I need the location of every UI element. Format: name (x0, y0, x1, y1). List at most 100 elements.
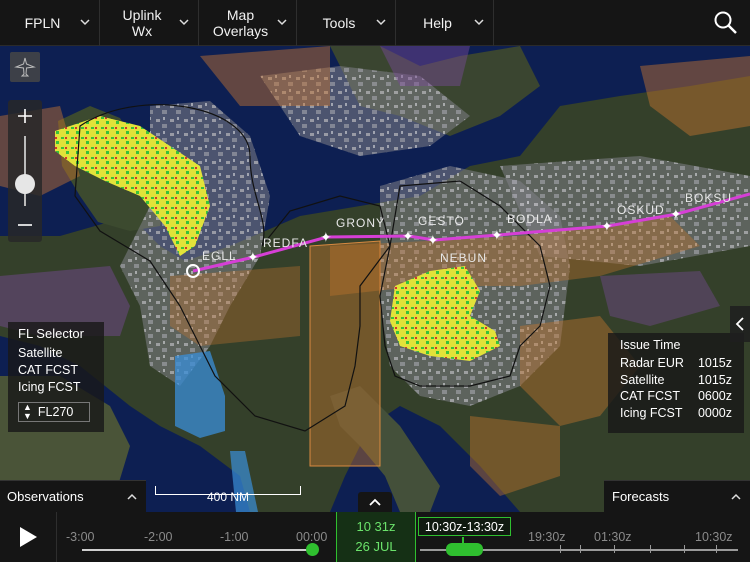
fl-layer-cat: CAT FCST (18, 363, 78, 377)
forecast-time-label: 10:30z (695, 530, 733, 544)
waypoint-marker[interactable]: ✦ (601, 219, 613, 233)
obs-time-label: -3:00 (66, 530, 95, 544)
forecast-tick (462, 537, 464, 543)
zoom-slider-handle[interactable] (15, 174, 35, 194)
timeline-bar: -3:00 -2:00 -1:00 00:00 10 31z 26 JUL 10… (0, 512, 750, 562)
search-button[interactable] (702, 0, 750, 46)
waypoint-marker[interactable]: ✦ (427, 233, 439, 247)
chevron-up-icon (127, 493, 137, 500)
waypoint-origin-marker[interactable] (186, 264, 200, 278)
issue-product-time: 0600z (697, 389, 732, 403)
observations-label: Observations (7, 489, 84, 504)
forecast-tick (650, 545, 651, 553)
observation-slider-handle[interactable] (306, 543, 319, 556)
waypoint-marker[interactable]: ✦ (402, 229, 414, 243)
issue-product-time: 0000z (697, 405, 732, 420)
minus-icon (18, 224, 32, 226)
waypoint-label: NEBUN (440, 251, 488, 265)
obs-time-label: 00:00 (296, 530, 328, 544)
issue-row-satellite: Satellite 1015z (620, 372, 732, 389)
issue-product-name: Radar EUR (620, 356, 684, 370)
obs-time-label: -2:00 (144, 530, 173, 544)
chevron-down-icon (376, 19, 386, 26)
waypoint-marker[interactable]: ✦ (247, 250, 259, 264)
top-menu-bar: FPLN Uplink Wx Map Overlays Tools Help (0, 0, 750, 46)
up-down-arrows-icon: ▲ ▼ (23, 402, 32, 421)
issue-product-time: 1015z (697, 372, 732, 387)
current-time-box: 10 31z 26 JUL (336, 512, 416, 562)
zoom-slider-track[interactable] (24, 136, 26, 206)
zoom-out-button[interactable] (8, 210, 42, 240)
issue-row-radar: Radar EUR 1015z (620, 355, 732, 372)
forecast-tick (684, 545, 685, 553)
flight-level-value: FL270 (37, 405, 74, 419)
expand-timeline-button[interactable] (358, 492, 392, 512)
current-time: 10 31z (356, 519, 396, 534)
forecast-tick (560, 545, 561, 553)
chevron-down-icon (277, 19, 287, 26)
fl-layer-satellite: Satellite (18, 346, 63, 360)
waypoint-label: GRONY (336, 216, 386, 230)
forecast-tick (580, 545, 581, 553)
map-canvas (0, 46, 750, 512)
forecasts-label: Forecasts (612, 489, 670, 504)
menu-tools-label: Tools (322, 15, 356, 31)
issue-product-time: 1015z (697, 356, 732, 370)
menu-uplink-label: Uplink Wx (122, 7, 162, 39)
issue-time-title: Issue Time (620, 338, 681, 352)
fl-selector-panel: FL Selector Satellite CAT FCST Icing FCS… (8, 322, 104, 432)
waypoint-label: EGLL (202, 249, 237, 263)
map-scale-bar: 400 NM (155, 486, 301, 504)
flight-level-dropdown[interactable]: ▲ ▼ FL270 (18, 402, 90, 422)
waypoint-marker[interactable]: ✦ (670, 207, 682, 221)
menu-map-overlays[interactable]: Map Overlays (199, 0, 297, 46)
forecast-tick (716, 545, 717, 553)
forecast-tick (614, 545, 615, 553)
chevron-left-icon (735, 317, 744, 331)
chevron-up-icon (369, 498, 381, 506)
play-button[interactable] (0, 512, 57, 562)
obs-time-label: -1:00 (220, 530, 249, 544)
menu-tools[interactable]: Tools (297, 0, 396, 46)
scale-label: 400 NM (206, 490, 250, 504)
issue-time-panel: Issue Time Radar EUR 1015z Satellite 1015z… (608, 333, 744, 433)
menu-fpln[interactable]: FPLN (0, 0, 100, 46)
observation-slider-track[interactable] (82, 549, 314, 551)
chevron-down-icon (179, 19, 189, 26)
forecast-range-label: 10:30z-13:30z (418, 517, 511, 536)
search-icon (714, 11, 737, 34)
waypoint-label: REDFA (263, 236, 309, 250)
issue-row-icing: Icing FCST 0000z (620, 405, 732, 422)
issue-product-name: Satellite (620, 372, 665, 387)
forecast-range-handle[interactable] (446, 543, 483, 556)
menu-help[interactable]: Help (396, 0, 494, 46)
side-panel-toggle[interactable] (730, 306, 750, 342)
waypoint-label: BOKSU (685, 191, 733, 205)
fl-layer-icing: Icing FCST (18, 380, 81, 394)
play-icon (20, 527, 37, 547)
weather-map[interactable]: ✦ ✦ ✦ ✦ ✦ ✦ ✦ EGLL REDFA GRONY GESTO BOD… (0, 46, 750, 512)
chevron-down-icon (80, 19, 90, 26)
plus-icon (18, 109, 32, 123)
menu-help-label: Help (423, 15, 452, 31)
chevron-up-icon (731, 493, 741, 500)
observations-tab[interactable]: Observations (0, 480, 146, 512)
waypoint-label: GESTO (418, 214, 465, 228)
center-on-aircraft-button[interactable] (10, 52, 40, 82)
cat-forecast-iberia (170, 266, 300, 346)
waypoint-marker[interactable]: ✦ (491, 228, 503, 242)
menu-fpln-label: FPLN (24, 15, 61, 31)
issue-product-name: Icing FCST (620, 405, 683, 420)
forecast-time-label: 19:30z (528, 530, 566, 544)
fl-selector-title: FL Selector (18, 326, 84, 341)
current-date: 26 JUL (355, 539, 397, 554)
menu-overlays-label: Map Overlays (212, 7, 269, 39)
menu-uplink-wx[interactable]: Uplink Wx (100, 0, 199, 46)
chevron-down-icon (474, 19, 484, 26)
zoom-in-button[interactable] (8, 101, 42, 131)
forecasts-tab[interactable]: Forecasts (604, 480, 750, 512)
issue-row-cat: CAT FCST 0600z (620, 388, 732, 405)
issue-product-name: CAT FCST (620, 389, 680, 403)
waypoint-marker[interactable]: ✦ (320, 230, 332, 244)
forecast-time-label: 01:30z (594, 530, 632, 544)
